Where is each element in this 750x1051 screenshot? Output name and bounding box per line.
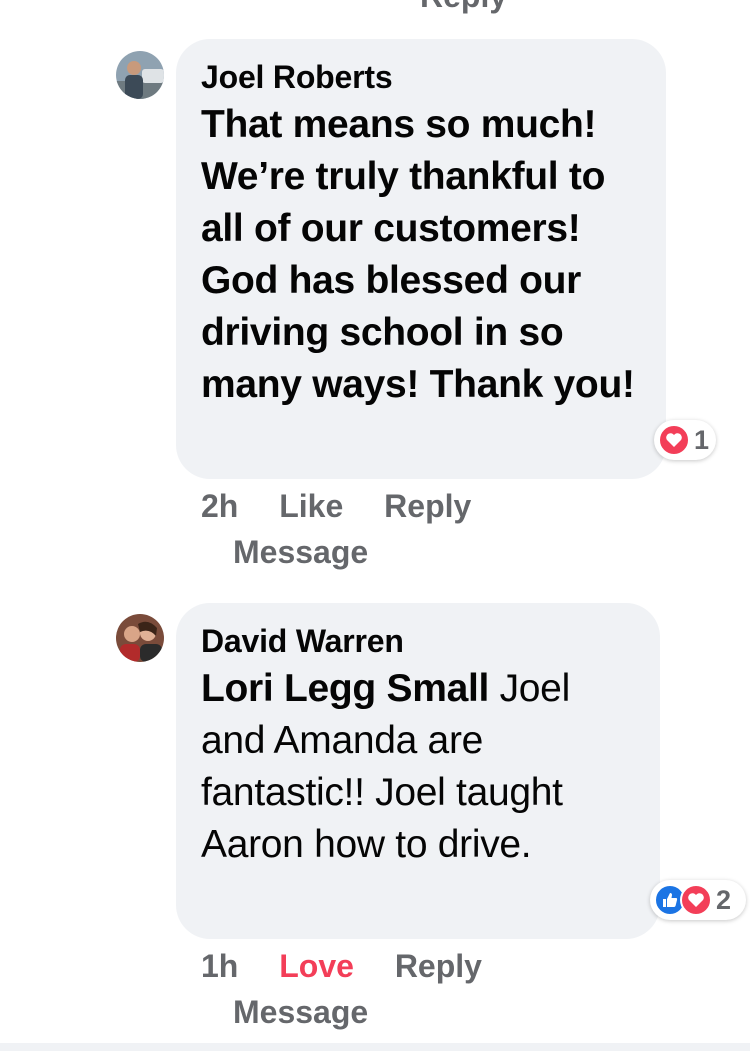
love-reaction-button[interactable]: Love (279, 948, 354, 984)
like-button[interactable]: Like (279, 488, 343, 524)
divider (0, 1043, 750, 1051)
reply-button[interactable]: Reply (395, 948, 482, 984)
comment-timestamp[interactable]: 2h (201, 488, 238, 524)
avatar[interactable] (116, 614, 164, 662)
comment-bubble: David Warren Lori Legg Small Joel and Am… (176, 603, 660, 939)
comment-author[interactable]: Joel Roberts (201, 57, 642, 97)
reaction-summary[interactable]: 1 (654, 420, 716, 460)
message-button[interactable]: Message (233, 530, 368, 574)
avatar[interactable] (116, 51, 164, 99)
reply-button[interactable]: Reply (384, 488, 471, 524)
comment-actions: 2h Like Reply Message (201, 484, 503, 570)
love-icon (680, 884, 712, 916)
reaction-count: 2 (716, 884, 732, 915)
love-icon (658, 424, 690, 456)
mention-link[interactable]: Lori Legg Small (201, 667, 489, 710)
previous-reply-link[interactable]: Reply (420, 0, 507, 15)
comment-timestamp[interactable]: 1h (201, 948, 238, 984)
message-button[interactable]: Message (233, 990, 368, 1034)
reaction-count: 1 (694, 424, 710, 455)
comment-text: That means so much! We’re truly thankful… (201, 103, 635, 406)
comment-actions: 1h Love Reply Message (201, 944, 514, 1030)
reaction-summary[interactable]: 2 (650, 880, 746, 920)
comment-text: Lori Legg Small Joel and Amanda are fant… (201, 663, 636, 871)
comment-author[interactable]: David Warren (201, 621, 636, 661)
comment-bubble: Joel Roberts That means so much! We’re t… (176, 39, 666, 479)
